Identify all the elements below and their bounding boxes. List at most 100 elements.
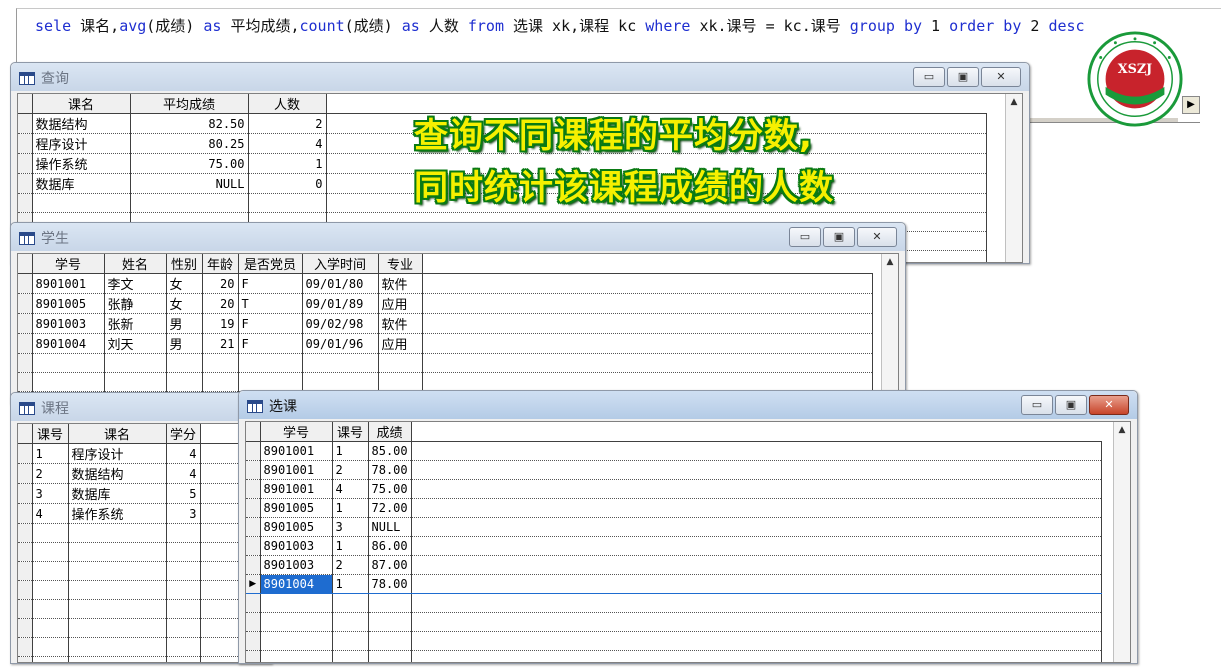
table-cell[interactable]: F [238, 273, 303, 294]
table-row[interactable]: 8901001 4 75.00 [246, 479, 1102, 499]
table-row[interactable]: 8901005 1 72.00 [246, 498, 1102, 518]
select-table[interactable]: 学号 课号 成绩 8901001 1 85.00 8901001 2 78.00 8901001 4… [246, 422, 1102, 662]
table-cell[interactable]: 应用 [378, 333, 423, 354]
minimize-button[interactable]: ▭ [1021, 395, 1053, 415]
table-cell[interactable] [166, 372, 203, 392]
table-cell[interactable]: 1 [332, 536, 369, 556]
row-selector[interactable] [246, 479, 261, 499]
table-cell[interactable] [68, 561, 167, 581]
close-button[interactable]: ✕ [857, 227, 897, 247]
table-cell[interactable]: F [238, 333, 303, 354]
scroll-right-arrow[interactable]: ▶ [1182, 96, 1200, 114]
table-row[interactable]: 程序设计 80.25 4 [18, 133, 987, 154]
table-cell[interactable]: 软件 [378, 313, 423, 334]
row-selector[interactable] [246, 631, 261, 651]
table-cell[interactable]: 21 [202, 333, 239, 354]
row-selector[interactable] [18, 193, 33, 213]
table-cell[interactable] [32, 542, 69, 562]
command-line[interactable]: sele 课名,avg(成绩) as 平均成绩,count(成绩) as 人数 … [35, 15, 1085, 36]
column-header[interactable]: 学号 [260, 422, 333, 442]
table-cell[interactable] [130, 193, 249, 213]
row-selector[interactable] [246, 555, 261, 575]
table-cell[interactable] [238, 372, 303, 392]
table-row[interactable]: 2 数据结构 4 [18, 463, 261, 484]
table-cell[interactable] [260, 650, 333, 662]
table-cell[interactable]: 程序设计 [32, 133, 131, 154]
row-selector[interactable] [18, 483, 33, 504]
table-cell[interactable]: 72.00 [368, 498, 412, 518]
student-grid[interactable]: 学号 姓名 性别 年龄 是否党员 入学时间 专业 8901001 李文女 20 F 09/01/80 软… [17, 253, 899, 403]
table-cell[interactable]: 程序设计 [68, 443, 167, 464]
table-cell[interactable] [332, 593, 369, 613]
table-row[interactable]: 3 数据库 5 [18, 483, 261, 504]
table-cell[interactable] [32, 618, 69, 638]
table-cell[interactable]: 09/01/96 [302, 333, 379, 354]
table-row[interactable] [18, 523, 261, 543]
row-selector[interactable] [18, 133, 33, 154]
table-cell[interactable]: F [238, 313, 303, 334]
table-row[interactable] [18, 193, 987, 213]
student-window-titlebar[interactable]: 学生 ▭ ▣ ✕ [11, 223, 905, 251]
table-cell[interactable] [302, 353, 379, 373]
column-header[interactable]: 课号 [32, 424, 69, 444]
table-cell[interactable] [32, 580, 69, 600]
table-cell[interactable]: 女 [166, 293, 203, 314]
table-row[interactable]: 4 操作系统 3 [18, 503, 261, 524]
table-row[interactable]: 8901003 2 87.00 [246, 555, 1102, 575]
row-selector[interactable] [18, 273, 33, 294]
table-cell[interactable] [32, 353, 105, 373]
table-cell[interactable]: 应用 [378, 293, 423, 314]
table-row[interactable] [18, 542, 261, 562]
table-row[interactable]: 8901003 张新男 19 F 09/02/98 软件 [18, 313, 873, 334]
table-cell[interactable]: 82.50 [130, 113, 249, 134]
row-selector[interactable] [18, 443, 33, 464]
table-row[interactable] [18, 561, 261, 581]
table-cell[interactable]: 80.25 [130, 133, 249, 154]
select-grid[interactable]: 学号 课号 成绩 8901001 1 85.00 8901001 2 78.00 8901001 4… [245, 421, 1131, 663]
table-cell[interactable]: 操作系统 [32, 153, 131, 174]
student-vertical-scrollbar[interactable]: ▲ [881, 254, 898, 402]
table-cell[interactable] [68, 523, 167, 543]
row-selector[interactable] [18, 463, 33, 484]
row-selector[interactable] [18, 153, 33, 174]
table-cell[interactable]: 3 [32, 483, 69, 504]
table-row[interactable]: 8901001 2 78.00 [246, 460, 1102, 480]
table-cell[interactable] [68, 580, 167, 600]
column-header[interactable]: 性别 [166, 254, 203, 274]
close-button[interactable]: ✕ [981, 67, 1021, 87]
row-selector[interactable] [18, 333, 33, 354]
table-cell[interactable]: 19 [202, 313, 239, 334]
table-cell[interactable] [68, 542, 167, 562]
minimize-button[interactable]: ▭ [789, 227, 821, 247]
table-cell[interactable]: 86.00 [368, 536, 412, 556]
table-cell[interactable] [368, 612, 412, 632]
table-cell[interactable] [368, 631, 412, 651]
table-cell[interactable] [32, 561, 69, 581]
table-cell[interactable]: 4 [166, 443, 201, 464]
table-cell[interactable] [68, 637, 167, 657]
table-cell[interactable]: 1 [332, 498, 369, 518]
table-cell[interactable] [104, 353, 167, 373]
table-cell[interactable] [32, 656, 69, 662]
row-selector[interactable] [18, 293, 33, 314]
table-cell[interactable]: 8901005 [260, 517, 333, 537]
select-window-titlebar[interactable]: 选课 ▭ ▣ ✕ [239, 391, 1137, 419]
select-vertical-scrollbar[interactable]: ▲ [1113, 422, 1130, 662]
table-cell[interactable]: 1 [332, 441, 369, 461]
table-cell[interactable]: 张新 [104, 313, 167, 334]
table-cell[interactable] [104, 372, 167, 392]
table-cell[interactable] [166, 599, 201, 619]
table-cell[interactable]: 4 [248, 133, 327, 154]
row-selector[interactable] [18, 561, 33, 581]
row-selector[interactable] [18, 618, 33, 638]
course-window[interactable]: 课程 课号 课名 学分 1 程序设计 4 2 数据结构 4 3 数据库 5 4 操作系统 3 [10, 392, 272, 664]
column-header[interactable]: 专业 [378, 254, 423, 274]
maximize-button[interactable]: ▣ [1055, 395, 1087, 415]
table-row[interactable]: 操作系统 75.00 1 [18, 153, 987, 174]
table-cell[interactable]: 78.00 [368, 460, 412, 480]
table-cell[interactable]: 数据结构 [32, 113, 131, 134]
table-cell[interactable] [202, 353, 239, 373]
row-selector[interactable] [18, 523, 33, 543]
table-row[interactable] [246, 650, 1102, 662]
row-selector[interactable] [246, 517, 261, 537]
